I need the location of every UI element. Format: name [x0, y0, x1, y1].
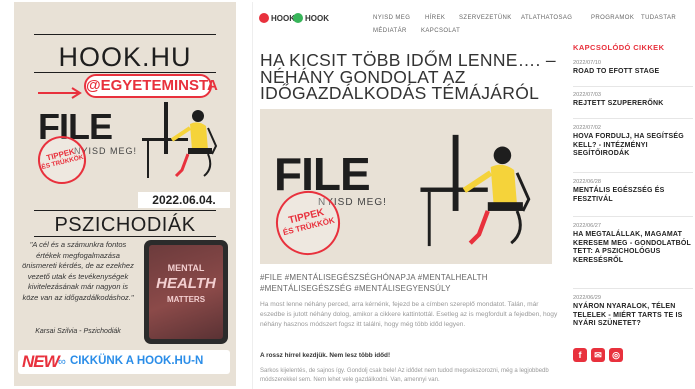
article-paragraph: Sarkos kijelentés, de sajnos így. Gondol…	[260, 368, 549, 383]
header-divider-top	[34, 34, 216, 35]
hook-logo-text: HOOK	[271, 13, 295, 23]
facebook-icon[interactable]: f	[573, 348, 587, 362]
new-tag: NEW	[22, 352, 60, 371]
nav-mediatar[interactable]: MÉDIATÁR	[373, 28, 407, 34]
instagram-handle-badge: @EGYETEMINSTA	[84, 74, 218, 98]
hook-logo-icon	[293, 13, 303, 23]
related-article-date: 2022/07/03	[573, 92, 601, 98]
section-divider-bottom	[34, 236, 216, 237]
related-article-title[interactable]: MENTÁLIS EGÉSZSÉG ÉS FESZTIVÁL	[573, 187, 693, 204]
hook-logo-1[interactable]: HOOK	[259, 13, 295, 23]
related-article-title[interactable]: HA MEGTALÁLLAK, MAGAMAT KERESEM MEG - GO…	[573, 231, 693, 265]
related-article[interactable]: 2022/07/03 REJTETT SZUPERERŐNK	[573, 92, 693, 109]
quote-author: Karsai Szilvia - Pszichodiák	[35, 328, 121, 335]
quote-text: "A cél és a számunkra fontos értékek meg…	[22, 240, 134, 302]
related-divider	[573, 118, 693, 119]
related-article-title[interactable]: ROAD TO EFOTT STAGE	[573, 68, 693, 77]
instagram-story-card: HOOK.HU @EGYETEMINSTA FILE NYISD MEG! TI…	[14, 2, 236, 386]
instagram-icon[interactable]: ◎	[609, 348, 623, 362]
related-article-date: 2022/06/27	[573, 223, 601, 229]
hero-file-logo: FILE	[274, 148, 371, 200]
related-divider	[573, 86, 693, 87]
hook-logo-text: HOOK	[305, 13, 329, 23]
nav-tudastar[interactable]: TUDASTAR	[641, 15, 676, 21]
related-article-title[interactable]: NYÁRON NYARALOK, TÉLEN TELELEK - MIÉRT T…	[573, 303, 693, 329]
related-divider	[573, 216, 693, 217]
article-lead: Ha most lenne néhány perced, arra kérnén…	[260, 301, 558, 328]
article-subheading: A rossz hírrel kezdjük. Nem lesz több id…	[260, 352, 391, 359]
nav-hirek[interactable]: HÍREK	[425, 15, 445, 21]
article-hero-image: FILE NYISD MEG! TIPPEK ÉS TRÜKKÖK	[260, 109, 552, 264]
related-article-date: 2022/07/02	[573, 125, 601, 131]
related-article[interactable]: 2022/06/28 MENTÁLIS EGÉSZSÉG ÉS FESZTIVÁ…	[573, 179, 693, 204]
related-article-title[interactable]: REJTETT SZUPERERŐNK	[573, 100, 693, 109]
related-article[interactable]: 2022/06/29 NYÁRON NYARALOK, TÉLEN TELELE…	[573, 295, 693, 329]
header-divider-bottom	[34, 72, 216, 73]
hook-logo-icon	[259, 13, 269, 23]
hero-desk-person-illustration	[420, 129, 538, 249]
article-link-label[interactable]: CIKKÜNK A HOOK.HU-N	[70, 355, 203, 367]
arrow-right-icon	[38, 86, 84, 100]
desk-person-illustration	[142, 98, 222, 180]
email-icon[interactable]: ✉	[591, 348, 605, 362]
hook-logo-2[interactable]: HOOK	[293, 13, 329, 23]
section-title: PSZICHODIÁK	[54, 214, 196, 236]
article-hashtags: #FILE #MENTÁLISEGÉSZSÉGHÓNAPJA #MENTALHE…	[260, 273, 488, 293]
related-article-date: 2022/06/29	[573, 295, 601, 301]
article-title: HA KICSIT TÖBB IDŐM LENNE…. – NÉHÁNY GON…	[260, 50, 556, 103]
article-webpage: HOOK HOOK NYISD MEG HÍREK SZERVEZETÜNK A…	[252, 2, 695, 389]
nav-programok[interactable]: PROGRAMOK	[591, 15, 634, 21]
nav-szervezetunk[interactable]: SZERVEZETÜNK	[459, 15, 512, 21]
related-article-title[interactable]: HOVA FORDULJ, HA SEGÍTSÉG KELL? - INTÉZM…	[573, 133, 693, 159]
nav-nyisd-meg[interactable]: NYISD MEG	[373, 15, 410, 21]
related-article[interactable]: 2022/07/02 HOVA FORDULJ, HA SEGÍTSÉG KEL…	[573, 125, 693, 159]
related-articles-heading: KAPCSOLÓDÓ CIKKEK	[573, 43, 665, 52]
section-divider-top	[34, 210, 216, 211]
event-date: 2022.06.04.	[138, 192, 230, 208]
nav-kapcsolat[interactable]: KAPCSOLAT	[421, 28, 460, 34]
related-article[interactable]: 2022/06/27 HA MEGTALÁLLAK, MAGAMAT KERES…	[573, 223, 693, 265]
related-article-date: 2022/06/28	[573, 179, 601, 185]
tablet-image: MENTAL HEALTH MATTERS	[144, 240, 228, 344]
related-divider	[573, 172, 693, 173]
related-article[interactable]: 2022/07/10 ROAD TO EFOTT STAGE	[573, 60, 693, 77]
link-icon: ∞	[58, 356, 66, 368]
article-link-bar[interactable]: NEW ∞ CIKKÜNK A HOOK.HU-N	[18, 350, 230, 374]
story-brand-title: HOOK.HU	[58, 42, 192, 72]
nav-atlathatosag[interactable]: ATLATHATOSAG	[521, 15, 572, 21]
related-divider	[573, 288, 693, 289]
related-article-date: 2022/07/10	[573, 60, 601, 66]
